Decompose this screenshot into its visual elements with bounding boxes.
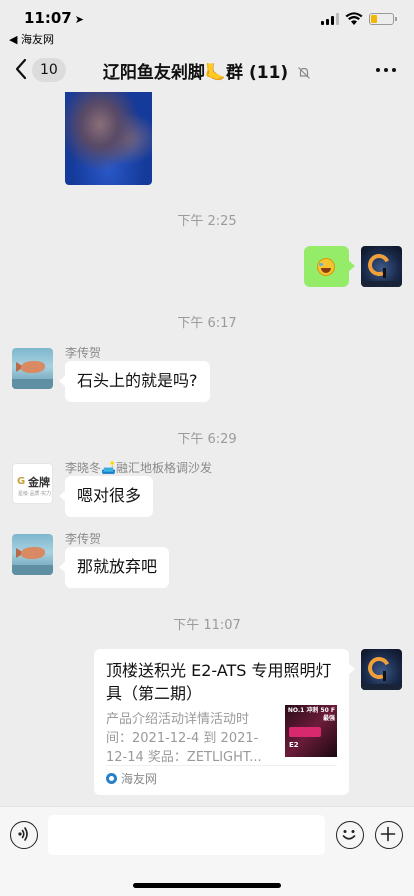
emoji-picker-icon[interactable]: [336, 821, 364, 849]
link-card-thumbnail: NO.1 冲刺 50 F 最强 E2: [285, 705, 337, 757]
mute-bell-icon: [298, 67, 311, 79]
sender-avatar[interactable]: [12, 534, 53, 575]
wifi-icon: [345, 12, 363, 25]
logo-mark: G: [17, 476, 26, 487]
sender-name: 李传贺: [65, 346, 102, 360]
card-divider: [106, 765, 337, 766]
chat-title-text: 辽阳鱼友剁脚🦶群 (11): [102, 63, 289, 83]
status-time: 11:07 ➤: [24, 9, 84, 27]
sender-avatar[interactable]: G 金牌 星级·品质·实力: [12, 463, 53, 504]
timestamp: 下午 2:25: [177, 214, 237, 229]
thumbnail-headline: NO.1 冲刺 50 F 最强: [287, 707, 335, 722]
link-card-description: 产品介绍活动详情活动时间：2021-12-4 到 2021-12-14 奖品：Z…: [106, 712, 262, 765]
timestamp: 下午 6:17: [177, 316, 237, 331]
sender-name: 李晓冬🛋️融汇地板格调沙发: [65, 461, 212, 475]
image-message[interactable]: [65, 92, 152, 185]
input-toolbar: [0, 806, 414, 896]
status-bar: 11:07 ➤ ◀ 海友网: [0, 0, 414, 48]
link-card-source-name: 海友网: [121, 772, 158, 786]
sender-avatar[interactable]: [12, 348, 53, 389]
message-list[interactable]: 下午 2:25 下午 6:17 李传贺 石头上的就是吗? 下午 6:29 G 金…: [0, 92, 414, 806]
home-indicator[interactable]: [133, 883, 281, 888]
source-logo-icon: [106, 773, 117, 784]
text-message-bubble[interactable]: 石头上的就是吗?: [59, 361, 210, 402]
timestamp: 下午 11:07: [173, 618, 241, 633]
timestamp: 下午 6:29: [177, 432, 237, 447]
location-arrow-icon: ➤: [74, 13, 84, 26]
link-card-message[interactable]: 顶楼送积光 E2-ATS 专用照明灯具（第二期） 产品介绍活动详情活动时间：20…: [94, 649, 355, 795]
my-avatar[interactable]: [361, 649, 402, 690]
voice-input-icon[interactable]: [10, 821, 38, 849]
sender-name: 李传贺: [65, 532, 102, 546]
text-message-bubble[interactable]: 那就放弃吧: [58, 547, 170, 588]
message-input[interactable]: [48, 815, 325, 855]
text-message-bubble[interactable]: 嗯对很多: [58, 476, 154, 517]
back-to-app-link[interactable]: ◀ 海友网: [9, 31, 54, 47]
link-card-title: 顶楼送积光 E2-ATS 专用照明灯具（第二期）: [106, 661, 332, 703]
more-actions-plus-icon[interactable]: [375, 821, 403, 849]
battery-icon: [369, 13, 397, 25]
logo-brand: 金牌: [28, 476, 50, 489]
cellular-signal-icon: [321, 13, 339, 25]
logo-subtitle: 星级·品质·实力: [18, 491, 52, 497]
laughing-tears-icon: [317, 258, 335, 276]
my-avatar[interactable]: [361, 246, 402, 287]
chat-title: 辽阳鱼友剁脚🦶群 (11): [60, 58, 354, 83]
chat-header: 10 辽阳鱼友剁脚🦶群 (11): [0, 48, 414, 92]
emoji-message-bubble[interactable]: [304, 246, 355, 287]
thumbnail-product: E2: [289, 741, 299, 749]
link-card-source: 海友网: [106, 770, 157, 787]
more-options-icon[interactable]: [376, 68, 396, 72]
back-chevron-icon[interactable]: [14, 58, 28, 80]
status-icons: [321, 12, 397, 26]
